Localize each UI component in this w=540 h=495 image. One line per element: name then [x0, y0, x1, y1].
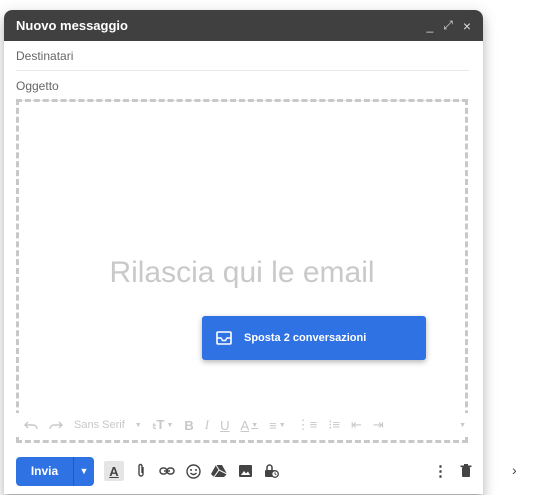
trash-icon[interactable] — [460, 464, 472, 478]
mail-icon — [216, 331, 232, 345]
confidential-icon[interactable] — [262, 462, 280, 480]
font-select[interactable]: Sans Serif ▼ — [74, 419, 142, 431]
photo-icon[interactable] — [236, 462, 254, 480]
compose-bottom-toolbar: Invia ▼ A ⋮ — [16, 456, 472, 486]
drop-zone[interactable]: Rilascia qui le email — [16, 99, 468, 443]
close-icon[interactable]: × — [463, 18, 471, 34]
recipients-field[interactable]: Destinatari — [16, 41, 469, 71]
fullscreen-icon[interactable]: ⤢ — [443, 18, 453, 33]
move-chip-label: Sposta 2 conversazioni — [244, 332, 367, 344]
send-options-button[interactable]: ▼ — [73, 456, 94, 486]
subject-placeholder: Oggetto — [16, 78, 59, 93]
subject-field[interactable]: Oggetto — [16, 71, 469, 101]
indent-more-icon[interactable]: ⇥ — [373, 417, 384, 433]
minimize-icon[interactable]: _ — [427, 19, 434, 33]
indent-less-icon[interactable]: ⇤ — [351, 417, 362, 433]
drive-icon[interactable] — [210, 462, 228, 480]
send-button-group: Invia ▼ — [16, 456, 94, 486]
text-size-icon[interactable]: ₜT ▼ — [153, 417, 174, 433]
align-icon[interactable]: ≡ ▼ — [269, 418, 286, 433]
undo-icon[interactable] — [24, 420, 38, 430]
numbered-list-icon[interactable]: ⋮≡ — [297, 417, 318, 433]
drop-zone-text: Rilascia qui le email — [109, 256, 375, 289]
emoji-icon[interactable] — [184, 462, 202, 480]
formatting-toolbar: Sans Serif ▼ ₜT ▼ B I U A ▼ ≡ ▼ ⋮≡ ⁝≡ ⇤ ⇥ ▼ — [16, 413, 472, 437]
more-formatting-icon[interactable]: ▼ — [459, 422, 466, 429]
font-select-label: Sans Serif — [74, 419, 125, 431]
chevron-down-icon: ▼ — [134, 421, 142, 429]
bulleted-list-icon[interactable]: ⁝≡ — [328, 417, 340, 433]
move-conversations-chip[interactable]: Sposta 2 conversazioni — [202, 316, 426, 360]
chevron-right-icon[interactable]: › — [512, 462, 517, 478]
format-text-icon[interactable]: A — [104, 461, 124, 481]
link-icon[interactable] — [158, 462, 176, 480]
chevron-down-icon: ▼ — [79, 466, 89, 476]
underline-icon[interactable]: U — [220, 418, 229, 433]
compose-titlebar[interactable]: Nuovo messaggio _ ⤢ × — [4, 10, 483, 41]
text-color-icon[interactable]: A ▼ — [241, 418, 259, 433]
more-options-icon[interactable]: ⋮ — [433, 462, 448, 480]
italic-icon[interactable]: I — [205, 417, 209, 433]
compose-window: Nuovo messaggio _ ⤢ × Destinatari Oggett… — [4, 10, 483, 494]
recipients-placeholder: Destinatari — [16, 48, 74, 63]
bold-icon[interactable]: B — [184, 418, 193, 433]
attach-icon[interactable] — [132, 462, 150, 480]
redo-icon[interactable] — [49, 420, 63, 430]
compose-title: Nuovo messaggio — [16, 18, 128, 33]
send-button[interactable]: Invia — [16, 456, 73, 486]
